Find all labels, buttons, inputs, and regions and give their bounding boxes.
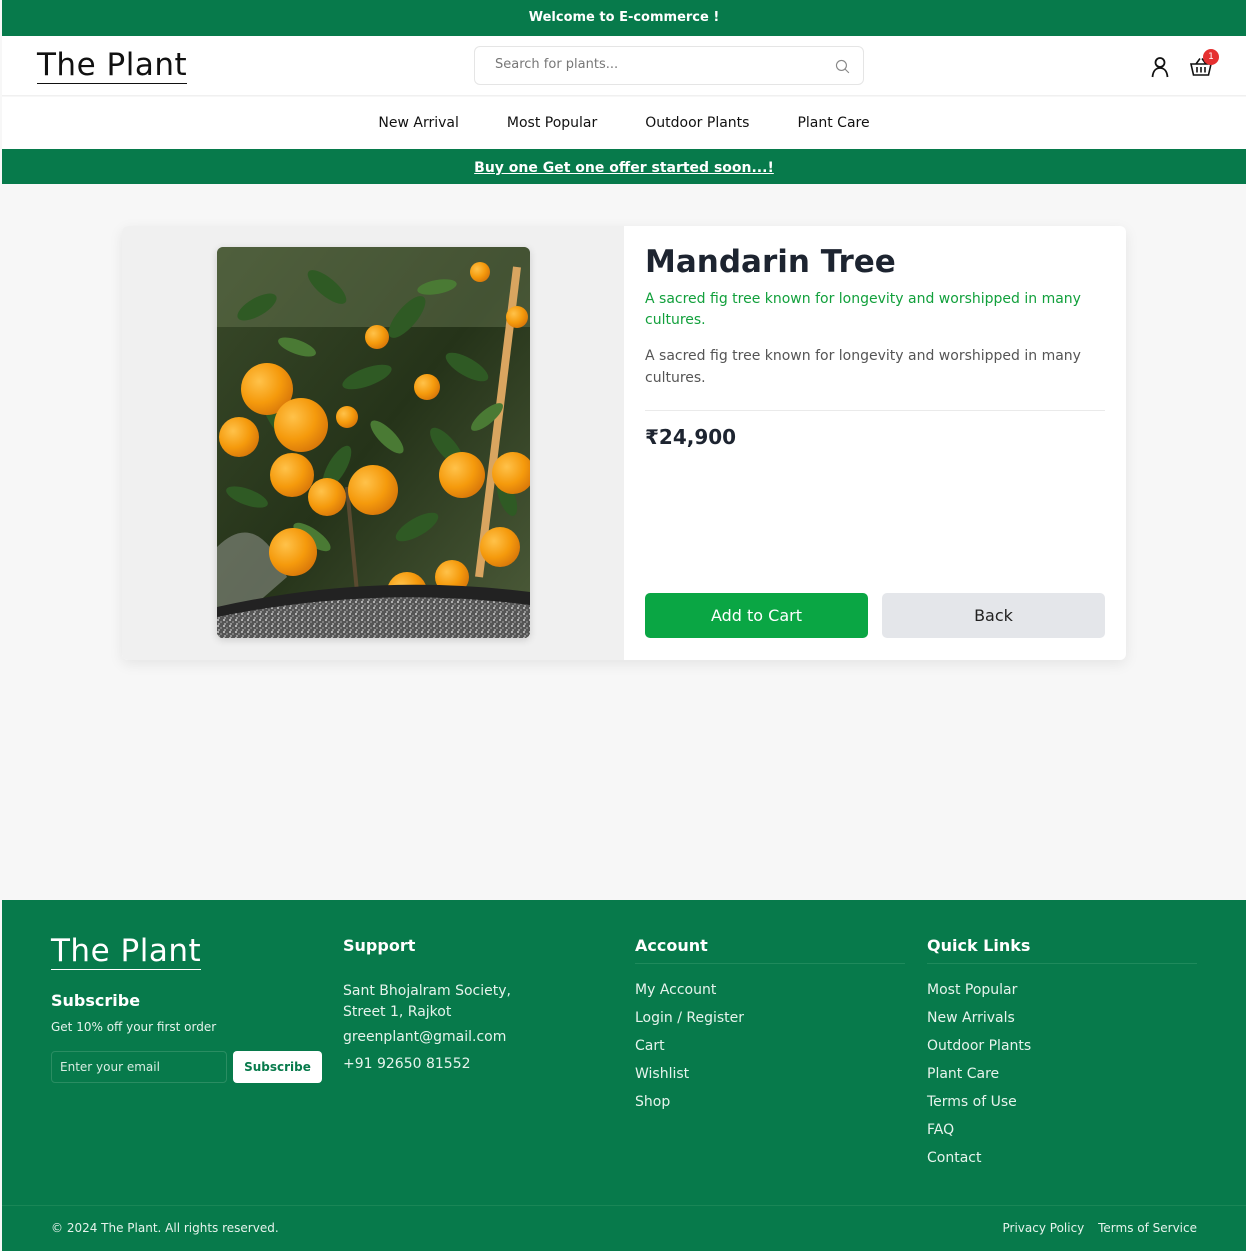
support-phone[interactable]: +91 92650 81552 (343, 1056, 613, 1077)
footer-bottom-bar: © 2024 The Plant. All rights reserved. P… (2, 1205, 1246, 1251)
legal-links: Privacy Policy Terms of Service (993, 1221, 1198, 1235)
welcome-bar: Welcome to E-commerce ! (2, 0, 1246, 36)
subscribe-title: Subscribe (51, 991, 141, 1010)
footer-support: Support Sant Bhojalram Society, Street 1… (343, 936, 613, 1077)
quick-links-heading: Quick Links (927, 936, 1197, 964)
promo-link[interactable]: Buy one Get one offer started soon...! (474, 160, 774, 176)
support-email[interactable]: greenplant@gmail.com (343, 1029, 613, 1050)
quick-link-contact[interactable]: Contact (927, 1150, 1197, 1178)
product-image-panel (122, 226, 624, 660)
add-to-cart-button[interactable]: Add to Cart (645, 593, 868, 638)
cart-count-badge: 1 (1203, 49, 1219, 65)
support-heading: Support (343, 936, 416, 955)
main-nav: New Arrival Most Popular Outdoor Plants … (2, 97, 1246, 149)
footer-logo[interactable]: The Plant (51, 934, 202, 970)
account-link-shop[interactable]: Shop (635, 1094, 905, 1122)
subscribe-text: Get 10% off your first order (51, 1020, 217, 1034)
account-heading: Account (635, 936, 905, 964)
product-image (217, 247, 530, 638)
support-address: Sant Bhojalram Society, Street 1, Rajkot (343, 983, 511, 1020)
nav-item-most-popular[interactable]: Most Popular (507, 115, 597, 131)
promo-banner: Buy one Get one offer started soon...! (2, 149, 1246, 184)
nav-item-new-arrival[interactable]: New Arrival (378, 115, 458, 131)
search-icon[interactable] (834, 58, 851, 75)
user-icon[interactable] (1150, 56, 1170, 78)
search-box (474, 46, 864, 85)
terms-of-service-link[interactable]: Terms of Service (1098, 1221, 1197, 1235)
quick-link-faq[interactable]: FAQ (927, 1122, 1197, 1150)
nav-item-outdoor-plants[interactable]: Outdoor Plants (645, 115, 749, 131)
footer-account: Account My Account Login / Register Cart… (635, 936, 905, 1122)
product-description: A sacred fig tree known for longevity an… (645, 348, 1081, 386)
account-link-cart[interactable]: Cart (635, 1038, 905, 1066)
quick-link-new-arrivals[interactable]: New Arrivals (927, 1010, 1197, 1038)
quick-link-plant-care[interactable]: Plant Care (927, 1066, 1197, 1094)
welcome-text: Welcome to E-commerce ! (528, 10, 720, 25)
site-header: The Plant 1 (2, 36, 1246, 96)
subscribe-email-input[interactable] (51, 1051, 227, 1083)
footer-quick-links: Quick Links Most Popular New Arrivals Ou… (927, 936, 1197, 1178)
product-price: ₹24,900 (645, 425, 737, 449)
details-divider (645, 410, 1105, 411)
account-link-my-account[interactable]: My Account (635, 982, 905, 1010)
account-link-login-register[interactable]: Login / Register (635, 1010, 905, 1038)
nav-item-plant-care[interactable]: Plant Care (797, 115, 869, 131)
copyright-text: © 2024 The Plant. All rights reserved. (51, 1221, 279, 1235)
product-card: Mandarin Tree A sacred fig tree known fo… (122, 226, 1126, 660)
site-footer: The Plant Subscribe Get 10% off your fir… (2, 900, 1246, 1251)
quick-link-most-popular[interactable]: Most Popular (927, 982, 1197, 1010)
quick-link-terms-of-use[interactable]: Terms of Use (927, 1094, 1197, 1122)
product-details: Mandarin Tree A sacred fig tree known fo… (624, 226, 1126, 660)
quick-link-outdoor-plants[interactable]: Outdoor Plants (927, 1038, 1197, 1066)
privacy-policy-link[interactable]: Privacy Policy (1003, 1221, 1085, 1235)
back-button[interactable]: Back (882, 593, 1105, 638)
search-input[interactable] (495, 57, 825, 72)
site-logo[interactable]: The Plant (37, 48, 188, 84)
account-link-wishlist[interactable]: Wishlist (635, 1066, 905, 1094)
product-name: Mandarin Tree (645, 244, 896, 280)
product-tagline: A sacred fig tree known for longevity an… (645, 291, 1081, 328)
subscribe-button[interactable]: Subscribe (233, 1051, 322, 1083)
